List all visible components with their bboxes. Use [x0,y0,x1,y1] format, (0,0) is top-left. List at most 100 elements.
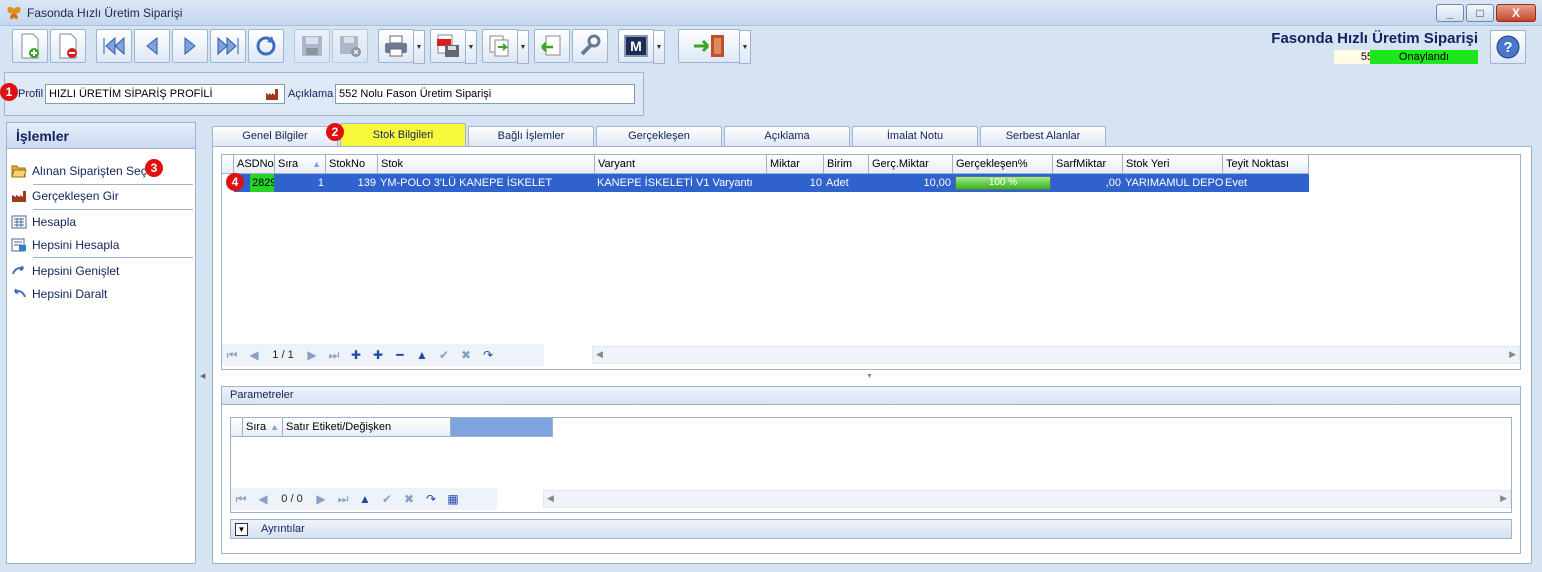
minimize-button[interactable]: _ [1436,4,1464,22]
import-button[interactable] [534,29,570,63]
tab-linked[interactable]: Bağlı İşlemler [468,126,594,148]
profile-label: Profil [18,88,44,100]
print-dropdown-icon[interactable]: ▼ [413,30,425,64]
column-header[interactable]: Sıra ▲ [243,418,283,437]
import-icon [541,35,561,56]
module-dropdown-icon[interactable]: ▼ [653,30,665,64]
tab-general[interactable]: Genel Bilgiler [212,126,338,148]
sidebar-item-calculate-all[interactable]: Hepsini Hesapla [11,235,119,255]
chevron-down-icon[interactable]: ▼ [866,373,873,380]
column-header[interactable]: Varyant [595,155,767,174]
consumption-cell[interactable]: ,00 [1053,174,1123,192]
sidebar-item-enter-realized[interactable]: Gerçekleşen Gir [11,186,119,206]
last-page-icon[interactable]: ⏭ [324,346,344,364]
maximize-button[interactable]: □ [1466,4,1494,22]
quantity-cell[interactable]: 10 [767,174,824,192]
next-page-icon[interactable]: ▶ [311,490,331,508]
sidebar-item-expand-all[interactable]: Hepsini Genişlet [11,261,119,281]
insert-row-icon[interactable]: ✚ [368,346,388,364]
save-close-button[interactable] [332,29,368,63]
variant-cell[interactable]: KANEPE İSKELETİ V1 Varyantı [595,174,767,192]
redo-icon[interactable]: ↷ [421,490,441,508]
pdf-button[interactable]: ▼ [430,29,477,64]
print-button[interactable]: ▼ [378,29,425,64]
last-record-button[interactable] [210,29,246,63]
column-header[interactable]: Sıra ▲ [275,155,326,174]
first-page-icon[interactable]: ⏮ [231,490,251,508]
add-row-icon[interactable]: ✚ [346,346,366,364]
previous-page-icon[interactable]: ◀ [244,346,264,364]
new-record-button[interactable] [12,29,48,63]
sidebar-item-calculate[interactable]: Hesapla [11,212,76,232]
column-header[interactable]: ASDNo/ [234,155,275,174]
table-row[interactable]: 2829 1 139 YM-POLO 3'LÜ KANEPE İSKELET K… [234,174,1309,192]
sidebar-item-collapse-all[interactable]: Hepsini Daralt [11,284,107,304]
save-button[interactable] [294,29,330,63]
help-button[interactable]: ? [1490,30,1526,64]
module-button[interactable]: M ▼ [618,29,665,64]
stock-no-cell[interactable]: 139 [326,174,378,192]
delete-row-icon[interactable]: ━ [390,346,410,364]
stock-cell[interactable]: YM-POLO 3'LÜ KANEPE İSKELET [378,174,595,192]
tab-stock[interactable]: Stok Bilgileri [340,123,466,147]
close-button[interactable]: X [1496,4,1536,22]
export-dropdown-icon[interactable]: ▼ [517,30,529,64]
stock-location-cell[interactable]: YARIMAMUL DEPO [1123,174,1223,192]
column-header[interactable]: Stok Yeri [1123,155,1223,174]
details-bar[interactable]: ▼ Ayrıntılar [230,519,1512,539]
column-header[interactable]: Teyit Noktası [1223,155,1309,174]
pdf-dropdown-icon[interactable]: ▼ [465,30,477,64]
confirm-icon[interactable]: ✔ [377,490,397,508]
column-header[interactable]: Stok [378,155,595,174]
stock-grid-hscrollbar[interactable]: ◀ ▶ [592,346,1520,364]
column-header[interactable]: SarfMiktar [1053,155,1123,174]
tab-manufacturing-note[interactable]: İmalat Notu [852,126,978,148]
column-header[interactable]: Satır Etiketi/Değişken [283,418,451,437]
tab-free-fields[interactable]: Serbest Alanlar [980,126,1106,148]
settings-button[interactable] [572,29,608,63]
column-header[interactable]: Gerç.Miktar [869,155,953,174]
factory-icon[interactable] [265,87,279,101]
scroll-left-icon[interactable]: ◀ [547,493,554,504]
first-page-icon[interactable]: ⏮ [222,346,242,364]
confirm-icon[interactable]: ✔ [434,346,454,364]
column-header[interactable]: Gerçekleşen% [953,155,1053,174]
column-header[interactable]: StokNo [326,155,378,174]
description-input[interactable]: 552 Nolu Fason Üretim Siparişi [335,84,635,104]
sidebar-item-select-from-order[interactable]: Alınan Siparişten Seç [11,161,147,181]
column-header[interactable]: Miktar [767,155,824,174]
sidebar-splitter[interactable]: ◀ [197,122,209,564]
parameters-grid-hscrollbar[interactable]: ◀ ▶ [543,490,1511,508]
unit-cell[interactable]: Adet [824,174,869,192]
cancel-icon[interactable]: ✖ [399,490,419,508]
next-record-button[interactable] [172,29,208,63]
redo-icon[interactable]: ↷ [478,346,498,364]
tab-realized[interactable]: Gerçekleşen [596,126,722,148]
move-up-icon[interactable]: ▲ [355,490,375,508]
sidebar-item-label: Hesapla [32,215,77,229]
previous-record-button[interactable] [134,29,170,63]
exit-dropdown-icon[interactable]: ▼ [739,30,751,64]
expand-chevron-icon[interactable]: ▼ [235,523,248,536]
column-header[interactable]: Birim [824,155,869,174]
last-page-icon[interactable]: ⏭ [333,490,353,508]
next-page-icon[interactable]: ▶ [302,346,322,364]
confirmation-point-cell[interactable]: Evet [1223,174,1309,192]
tab-description[interactable]: Açıklama [724,126,850,148]
realized-quantity-cell[interactable]: 10,00 [869,174,953,192]
sira-cell[interactable]: 1 [275,174,326,192]
profile-input[interactable]: HIZLI ÜRETİM SİPARİŞ PROFİLİ [45,84,285,104]
scroll-right-icon[interactable]: ▶ [1500,493,1507,504]
grid-settings-icon[interactable]: ▦ [443,490,463,508]
delete-record-button[interactable] [50,29,86,63]
exit-button[interactable]: ▼ [678,29,751,64]
asd-cell[interactable]: 2829 [250,174,274,192]
first-record-button[interactable] [96,29,132,63]
scroll-left-icon[interactable]: ◀ [596,349,603,360]
move-up-icon[interactable]: ▲ [412,346,432,364]
scroll-right-icon[interactable]: ▶ [1509,349,1516,360]
cancel-icon[interactable]: ✖ [456,346,476,364]
previous-page-icon[interactable]: ◀ [253,490,273,508]
refresh-button[interactable] [248,29,284,63]
export-button[interactable]: ▼ [482,29,529,64]
